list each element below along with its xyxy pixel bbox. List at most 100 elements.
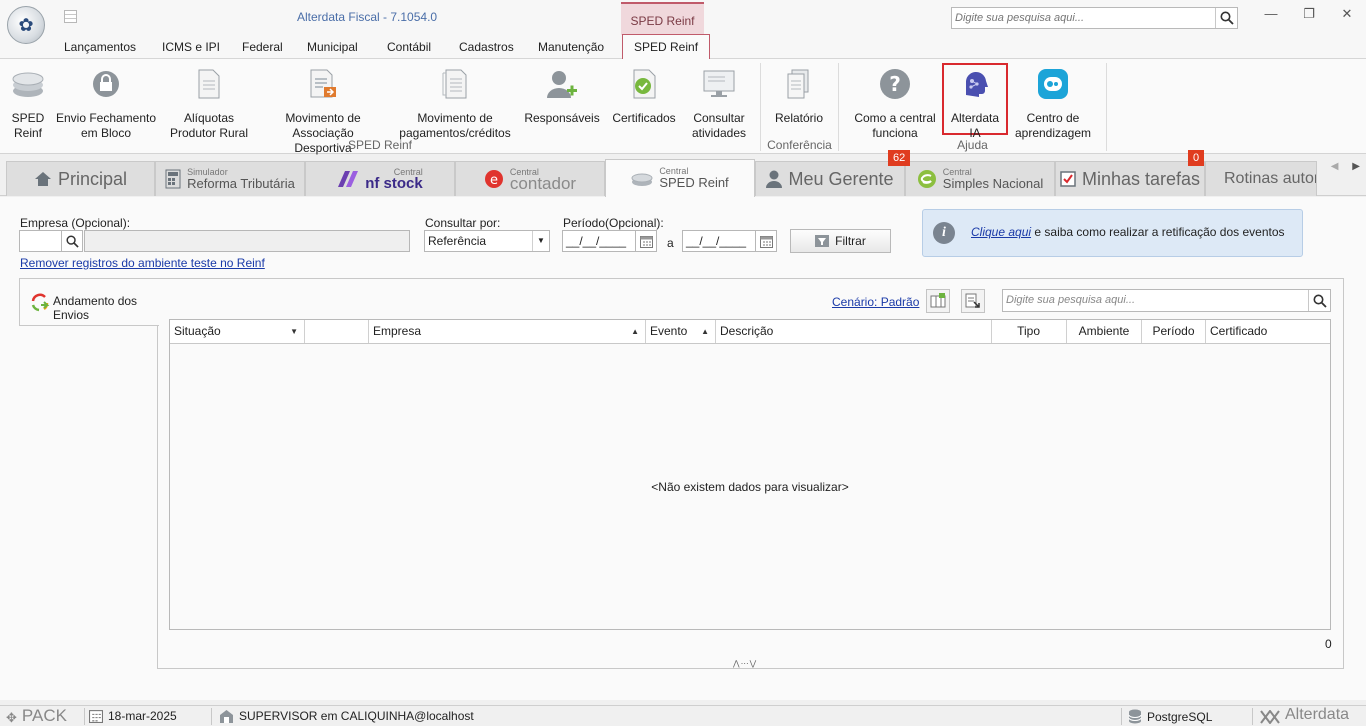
- restore-button[interactable]: ❐: [1290, 6, 1328, 26]
- scroll-right-icon[interactable]: ▶: [1352, 161, 1360, 172]
- status-date: 18-mar-2025: [89, 709, 177, 723]
- brazil-map-icon: ✿: [18, 14, 34, 35]
- minimize-button[interactable]: —: [1252, 6, 1290, 26]
- svg-text:?: ?: [889, 72, 901, 96]
- tab-icms-ipi[interactable]: ICMS e IPI: [162, 40, 220, 54]
- envio-fechamento-button[interactable]: Envio Fechamento em Bloco: [55, 63, 157, 141]
- grid-search-box[interactable]: Digite sua pesquisa aqui...: [1002, 289, 1331, 312]
- periodo-start-calendar-button[interactable]: [635, 230, 657, 252]
- tab-simples-nacional[interactable]: Central Simples Nacional: [905, 161, 1055, 196]
- como-central-funciona-label: Como a central: [854, 111, 936, 125]
- periodo-end-calendar-button[interactable]: [755, 230, 777, 252]
- certificados-button[interactable]: Certificados: [608, 63, 680, 126]
- export-button[interactable]: [961, 289, 985, 313]
- sped-reinf-label: SPED: [11, 111, 45, 125]
- column-header-tipo[interactable]: Tipo: [992, 320, 1067, 343]
- search-icon[interactable]: [1215, 8, 1237, 28]
- responsaveis-label: Responsáveis: [524, 111, 600, 125]
- list-document-icon: [306, 67, 340, 101]
- tab-lancamentos[interactable]: Lançamentos: [64, 40, 136, 54]
- remover-registros-link[interactable]: Remover registros do ambiente teste no R…: [20, 256, 265, 270]
- tab-sped-label: SPED Reinf: [659, 175, 729, 190]
- andamento-envios-label: Andamento dos Envios: [53, 294, 138, 322]
- filter-icon: [815, 235, 830, 247]
- tab-cadastros[interactable]: Cadastros: [459, 40, 514, 54]
- tab-scroll-arrows: ◀ ▶: [1331, 161, 1360, 172]
- status-separator: [211, 708, 212, 725]
- checkbox-icon: [1060, 171, 1076, 187]
- col-situacao-label: Situação: [174, 324, 221, 338]
- column-header-descricao[interactable]: Descrição: [716, 320, 992, 343]
- tab-contador[interactable]: e Central contador: [455, 161, 605, 196]
- close-button[interactable]: ✕: [1328, 6, 1366, 26]
- column-header-situacao[interactable]: Situação ▼: [170, 320, 305, 343]
- columns-config-button[interactable]: [926, 289, 950, 313]
- tab-minhas-tarefas[interactable]: Minhas tarefas: [1055, 161, 1205, 196]
- filtrar-button[interactable]: Filtrar: [790, 229, 891, 253]
- app-menu-button[interactable]: ✿: [7, 6, 45, 44]
- periodo-end-input[interactable]: __/__/____: [682, 230, 756, 252]
- filtrar-label: Filtrar: [835, 234, 866, 248]
- info-text: Clique aqui e saiba como realizar a reti…: [971, 225, 1285, 239]
- empresa-search-button[interactable]: [61, 230, 83, 252]
- column-header-blank[interactable]: [305, 320, 369, 343]
- tab-contabil[interactable]: Contábil: [387, 40, 431, 54]
- tab-central-sped-reinf[interactable]: Central SPED Reinf: [605, 159, 755, 197]
- relatorio-button[interactable]: Relatório: [770, 63, 828, 126]
- consultar-atividades-button[interactable]: Consultar atividades: [688, 63, 750, 141]
- status-bar: ✥ PACK 18-mar-2025 SUPERVISOR em CALIQUI…: [0, 705, 1366, 726]
- sort-asc-icon: ▲: [701, 327, 709, 336]
- user-add-icon: [545, 67, 579, 101]
- centro-aprendizagem-button[interactable]: Centro de aprendizagem: [1012, 63, 1094, 141]
- clique-aqui-link[interactable]: Clique aqui: [971, 225, 1031, 239]
- movimento-pagamentos-button[interactable]: Movimento de pagamentos/créditos: [394, 63, 516, 141]
- chevron-down-icon[interactable]: ▼: [532, 231, 549, 251]
- empresa-code-input[interactable]: [19, 230, 62, 252]
- tab-sped-reinf[interactable]: SPED Reinf: [622, 34, 711, 59]
- tab-andamento-envios[interactable]: Andamento dos Envios: [19, 278, 159, 326]
- tab-principal-label: Principal: [57, 168, 128, 189]
- info-banner: i Clique aqui e saiba como realizar a re…: [922, 209, 1303, 257]
- tab-simulador[interactable]: Simulador Reforma Tributária: [155, 161, 305, 196]
- column-header-certificado[interactable]: Certificado: [1206, 320, 1330, 343]
- pack-icon: ✥: [6, 709, 17, 725]
- como-central-funciona-button[interactable]: ? Como a central funciona: [848, 63, 942, 141]
- refresh-status-icon: [31, 293, 50, 312]
- column-header-ambiente[interactable]: Ambiente: [1067, 320, 1142, 343]
- periodo-start-input[interactable]: __/__/____: [562, 230, 636, 252]
- cenario-link[interactable]: Cenário: Padrão: [832, 295, 919, 309]
- pack-label: PACK: [21, 706, 67, 725]
- tab-meu-gerente[interactable]: Meu Gerente: [755, 161, 905, 196]
- tab-rotinas-automaticas[interactable]: Rotinas automa: [1205, 161, 1317, 196]
- dropdown-icon[interactable]: ▼: [290, 320, 298, 343]
- relatorio-label: Relatório: [774, 111, 824, 125]
- tab-municipal[interactable]: Municipal: [307, 40, 358, 54]
- context-tab-title: SPED Reinf: [621, 2, 704, 35]
- tab-nfstock[interactable]: Central nf stock: [305, 161, 455, 196]
- status-separator: [1252, 708, 1253, 725]
- splitter-grip-icon[interactable]: ⋀⋯⋁: [733, 659, 757, 668]
- consultar-select[interactable]: Referência ▼: [424, 230, 550, 252]
- column-header-empresa[interactable]: Empresa ▲: [369, 320, 646, 343]
- column-header-evento[interactable]: Evento ▲: [646, 320, 716, 343]
- tab-federal[interactable]: Federal: [242, 40, 283, 54]
- group-label-conferencia: Conferência: [767, 138, 832, 152]
- aliquotas-button[interactable]: Alíquotas Produtor Rural: [166, 63, 252, 141]
- consultar-label: Consultar por:: [425, 216, 501, 230]
- responsaveis-button[interactable]: Responsáveis: [524, 63, 600, 126]
- sped-reinf-button[interactable]: SPED Reinf: [6, 63, 50, 141]
- search-icon[interactable]: [1308, 290, 1330, 311]
- simples-logo-icon: [917, 170, 936, 188]
- calendar-icon: [89, 710, 103, 723]
- tab-principal[interactable]: Principal: [6, 161, 155, 196]
- scroll-left-icon[interactable]: ◀: [1331, 161, 1339, 172]
- top-search-input[interactable]: [952, 8, 1214, 28]
- tab-manutencao[interactable]: Manutenção: [538, 40, 604, 54]
- alterdata-ia-button[interactable]: Alterdata IA: [944, 63, 1006, 141]
- column-header-periodo[interactable]: Período: [1142, 320, 1206, 343]
- brand-label: Alterdata: [1285, 706, 1350, 723]
- quick-access-grid-icon[interactable]: [64, 10, 77, 23]
- building-icon: [220, 710, 233, 723]
- top-search-box[interactable]: [951, 7, 1238, 29]
- search-icon: [65, 234, 79, 248]
